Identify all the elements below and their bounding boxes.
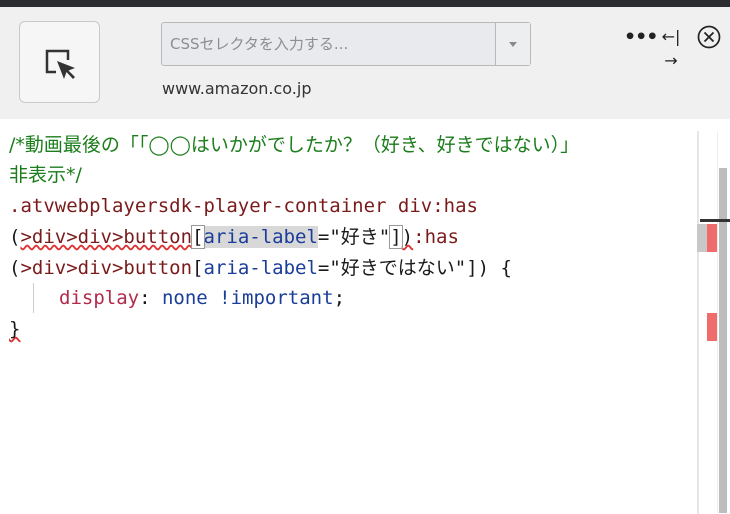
scrollbar-separator	[697, 131, 699, 514]
attribute-value: ="好き"	[317, 226, 391, 248]
paren-close: )	[401, 226, 414, 248]
code-line-5: (>div>div>button[aria-label="好きではない"]) {	[9, 253, 512, 283]
selector-input[interactable]	[162, 23, 495, 65]
resize-icon[interactable]: ←|→	[658, 25, 684, 73]
brace-open: {	[489, 257, 512, 279]
window-top-strip	[0, 0, 730, 7]
code-line-3: .atvwebplayersdk-player-container div:ha…	[9, 195, 478, 217]
bracket-close: ]	[389, 225, 403, 249]
code-line-2: 非表示*/	[9, 164, 82, 186]
attribute-name: aria-label	[203, 226, 318, 248]
code-line-7: }	[9, 318, 21, 340]
selection-marker	[697, 224, 707, 252]
error-marker	[707, 313, 717, 341]
paren: (	[9, 226, 21, 248]
property-name: display	[59, 287, 140, 309]
toolbar: www.amazon.co.jp ••• ←|→	[0, 7, 730, 119]
bracket-open: [	[192, 257, 204, 279]
indent-guide	[33, 283, 34, 313]
close-icon[interactable]	[697, 25, 721, 49]
more-options-icon[interactable]: •••	[624, 25, 658, 49]
attribute-name: aria-label	[203, 257, 318, 279]
selector-combobox[interactable]	[161, 22, 531, 66]
selector-text: >div>div>button	[20, 257, 193, 279]
domain-label: www.amazon.co.jp	[162, 79, 312, 98]
semicolon: ;	[333, 287, 346, 309]
bracket-open: [	[191, 225, 205, 249]
element-picker-icon	[45, 49, 75, 79]
pseudo-has: :has	[413, 226, 459, 248]
element-picker-button[interactable]	[19, 21, 100, 103]
code-line-1: /*動画最後の「「◯◯はいかがでしたか？（好き、好きではない）」	[9, 134, 580, 156]
property-value: none !important	[161, 287, 334, 309]
code-line-6: display: none !important;	[59, 283, 345, 313]
cursor-position-marker	[700, 219, 730, 222]
paren: (	[9, 257, 21, 279]
dropdown-chevron-icon[interactable]	[495, 23, 530, 65]
css-code-editor[interactable]: /*動画最後の「「◯◯はいかがでしたか？（好き、好きではない）」 非表示*/ .…	[0, 119, 697, 514]
selector-text: >div>div>button	[20, 226, 193, 248]
code-line-4: (>div>div>button[aria-label="好き"]):has	[9, 222, 459, 252]
error-marker	[707, 224, 717, 252]
attribute-value: ="好きではない"])	[317, 257, 490, 279]
colon: :	[139, 287, 162, 309]
